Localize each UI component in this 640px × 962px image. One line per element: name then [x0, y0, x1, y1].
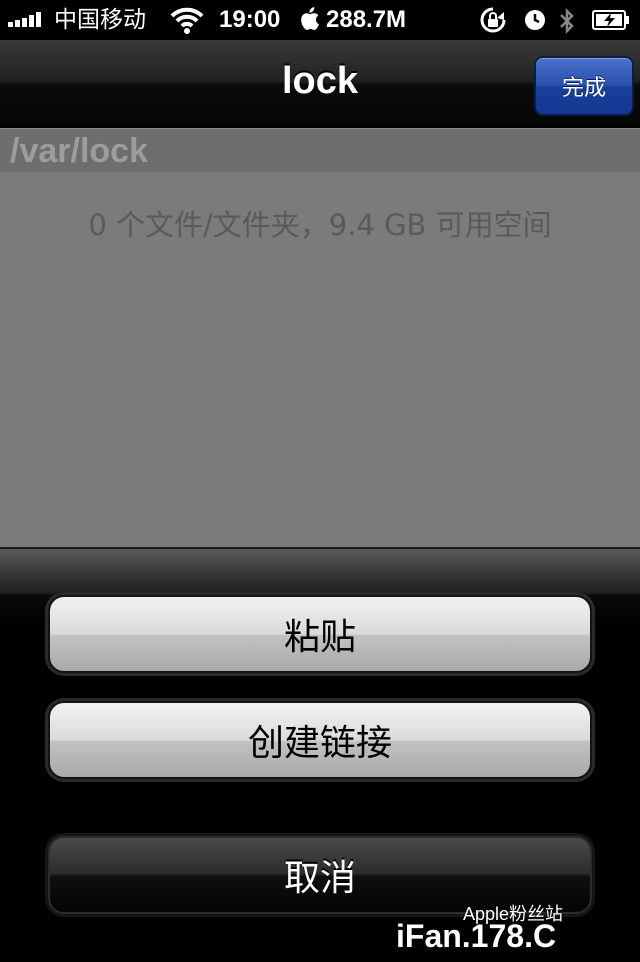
- rotation-lock-icon: [480, 7, 506, 33]
- apple-icon: [298, 6, 320, 38]
- directory-summary: 0 个文件/文件夹，9.4 GB 可用空间: [88, 208, 552, 242]
- status-bar: 中国移动 19:00 288.7M: [0, 0, 640, 40]
- wifi-icon: [170, 7, 204, 34]
- alarm-clock-icon: [525, 10, 545, 30]
- directory-content: 0 个文件/文件夹，9.4 GB 可用空间: [0, 172, 640, 547]
- signal-strength-icon: [8, 11, 41, 27]
- directory-path-header: /var/lock: [0, 128, 640, 172]
- watermark-site: iFan.178.C: [396, 918, 557, 954]
- battery-charging-icon: [592, 10, 629, 30]
- memory-usage: 288.7M: [326, 6, 407, 33]
- done-button[interactable]: 完成: [534, 56, 634, 116]
- create-link-button[interactable]: 创建链接: [48, 701, 592, 779]
- clock-time: 19:00: [219, 6, 281, 33]
- bluetooth-icon: [560, 7, 574, 35]
- navigation-bar: lock 完成: [0, 40, 640, 128]
- paste-button[interactable]: 粘贴: [48, 595, 592, 673]
- carrier-label: 中国移动: [54, 7, 146, 33]
